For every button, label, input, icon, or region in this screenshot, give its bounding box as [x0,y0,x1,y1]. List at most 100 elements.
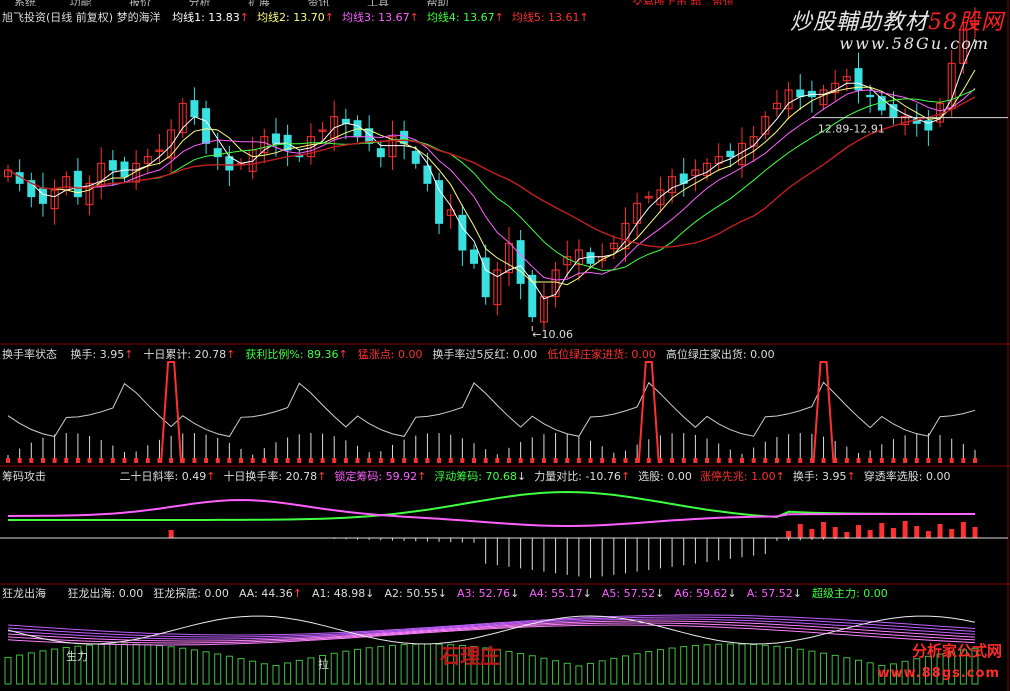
turnover-base [402,458,407,463]
turnover-base [250,458,255,463]
chip-bar-up [960,522,966,538]
turnover-base [786,458,791,463]
dragon-bar [423,643,431,685]
dragon-bar [237,658,245,685]
dragon-bar [866,662,874,685]
chip-bar-up [902,521,908,538]
floating-chip-line [8,490,975,521]
turnover-base [751,458,756,463]
turnover-base [821,458,826,463]
dragon-bar [645,651,653,685]
candle-body [108,160,117,171]
watermark-center-logo: 石理庄 [440,644,500,668]
turnover-base [122,458,127,463]
chip-bar-up [867,530,873,538]
dragon-bar [377,645,385,685]
dragon-bar [552,660,560,685]
dragon-bar [27,652,35,685]
dragon-bar [726,643,734,685]
dragon-bar [4,656,12,685]
dragon-bar [214,653,222,685]
ma-line [7,69,976,286]
dragon-bar [249,660,257,685]
dragon-bar [342,650,350,685]
candle-body [225,156,234,171]
turnover-base [425,458,430,463]
turnover-base [623,458,628,463]
dragon-bar [295,659,303,685]
dragon-bar [272,665,280,685]
dragon-bar [831,654,839,685]
turnover-base [728,458,733,463]
turnover-base [506,458,511,463]
stock-chart-window: 系统 功能 报价 分析 扩展 资讯 工具 帮助 交易所上市 超.. 资讯 旭飞投… [0,0,1010,691]
dragon-bar [843,657,851,685]
candle-body [213,148,222,158]
chip-bar-up [844,532,850,538]
turnover-base [169,458,174,463]
candle-body [400,130,409,144]
dragon-bar [388,644,396,685]
candle-body [120,161,129,178]
dragon-bar [284,662,292,685]
turnover-base [215,458,220,463]
dragon-bar [773,645,781,685]
dragon-bar [354,648,362,685]
chip-bar-up [832,527,838,538]
turnover-base [99,458,104,463]
dragon-bar [691,645,699,685]
chip-bar-up [914,526,920,538]
dragon-bar [307,657,315,685]
dragon-bar [109,643,117,685]
dragon-bar [121,643,129,685]
turnover-base [588,458,593,463]
turnover-base [204,458,209,463]
turnover-base [646,458,651,463]
dragon-bar [144,644,152,685]
turnover-base [17,458,22,463]
dragon-bar [517,653,525,685]
turnover-base [565,458,570,463]
marker-label: 拉 [318,657,329,671]
turnover-base [52,458,57,463]
turnover-base [110,458,115,463]
candle-body [796,89,805,98]
dragon-bar [202,651,210,685]
turnover-base [332,458,337,463]
turnover-base [472,458,477,463]
dragon-bar [528,655,536,685]
turnover-base [600,458,605,463]
chip-bar-up [821,522,827,538]
candle-body [866,94,875,98]
turnover-base [495,458,500,463]
turnover-base [343,458,348,463]
dragon-bar [39,650,47,685]
dragon-bar [808,650,816,685]
dragon-bar [854,659,862,685]
candle-body [190,100,199,118]
dragon-bar [365,647,373,685]
candle-body [202,108,211,144]
candle-body [458,214,467,251]
turnover-base [413,458,418,463]
turnover-base [798,458,803,463]
dragon-bar [785,647,793,685]
turnover-base [891,458,896,463]
turnover-base [448,458,453,463]
dragon-bar [761,644,769,685]
turnover-base [460,458,465,463]
ma-line [7,89,976,272]
candle-body [38,188,47,204]
dragon-bar [575,665,583,685]
turnover-base [227,458,232,463]
turnover-base [145,458,150,463]
dragon-bar [190,649,198,685]
chart-canvas: ←10.06 12.89-12.91 生力拉 [0,0,1010,691]
turnover-base [483,458,488,463]
turnover-base [681,458,686,463]
dragon-bar [505,650,513,685]
turnover-base [308,458,313,463]
turnover-base [297,458,302,463]
turnover-base [903,458,908,463]
chip-bar-up [949,529,955,538]
